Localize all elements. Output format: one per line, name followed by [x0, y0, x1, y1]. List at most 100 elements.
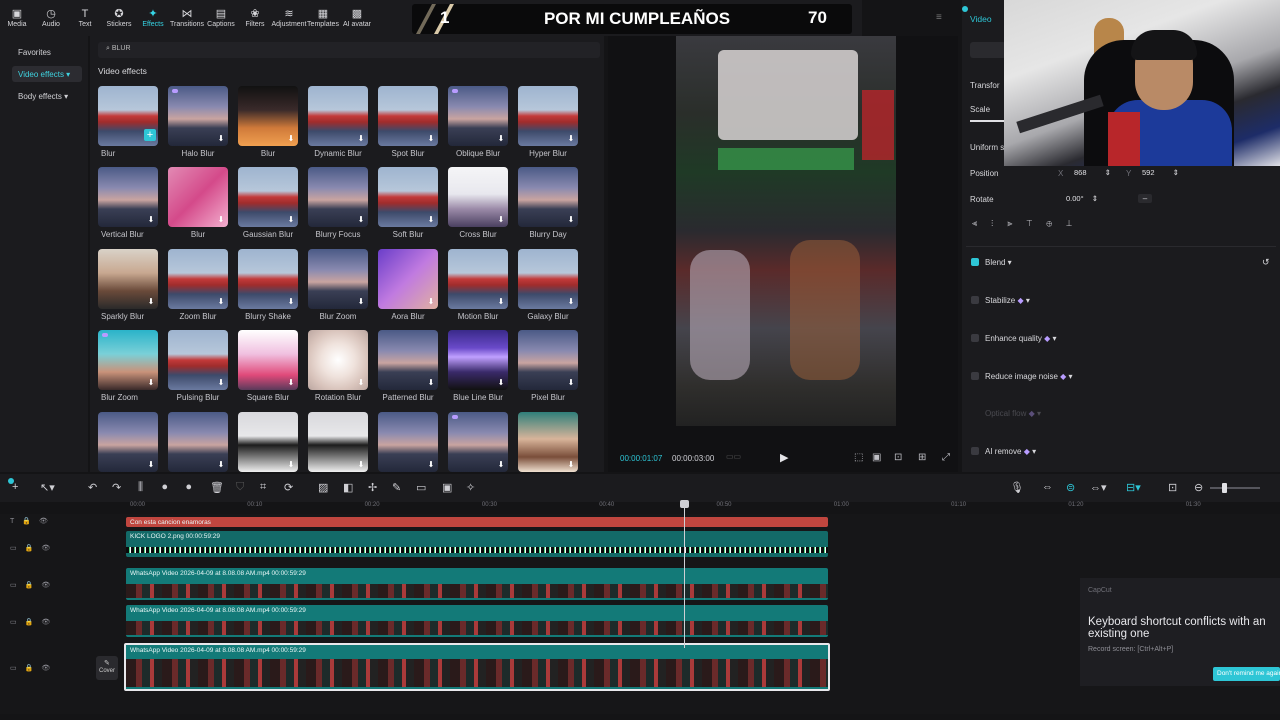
- rotate-field[interactable]: 0.00° ⇕: [1062, 192, 1114, 206]
- tab-video[interactable]: Video: [970, 14, 992, 24]
- play-button[interactable]: ▶: [780, 451, 788, 464]
- track-controls[interactable]: ▭🔒👁: [10, 664, 58, 672]
- effect-card[interactable]: ⬇: [308, 412, 368, 472]
- download-icon[interactable]: ⬇: [356, 378, 366, 388]
- effect-card[interactable]: ⬇: [98, 412, 158, 472]
- scale-slider[interactable]: [970, 120, 1004, 122]
- preview-axis-icon[interactable]: ⊟▾: [1126, 481, 1141, 494]
- redo-icon[interactable]: ↷: [112, 481, 121, 494]
- effect-card[interactable]: ⬇: [98, 330, 158, 390]
- download-icon[interactable]: ⬇: [566, 297, 576, 307]
- effect-card[interactable]: ⬇: [98, 167, 158, 227]
- download-icon[interactable]: ⬇: [356, 134, 366, 144]
- playhead[interactable]: [684, 500, 685, 648]
- tool-transitions[interactable]: ⋈ Transitions: [170, 0, 204, 36]
- download-icon[interactable]: ⬇: [146, 378, 156, 388]
- caption-icon[interactable]: ▭: [416, 481, 426, 494]
- download-icon[interactable]: ⬇: [216, 134, 226, 144]
- zoom-slider-handle[interactable]: [1222, 483, 1227, 493]
- stabilize-row[interactable]: Stabilize ◆ ▾: [985, 296, 1030, 305]
- download-icon[interactable]: ⬇: [216, 378, 226, 388]
- download-icon[interactable]: ⬇: [496, 215, 506, 225]
- effect-card[interactable]: ⬇: [518, 167, 578, 227]
- track-controls[interactable]: ▭🔒👁: [10, 544, 58, 552]
- download-icon[interactable]: ⬇: [146, 297, 156, 307]
- fit-icon[interactable]: ⊡: [1168, 481, 1177, 494]
- auto-reframe-icon[interactable]: ▣: [442, 481, 452, 494]
- effect-card[interactable]: ⬇: [238, 249, 298, 309]
- download-icon[interactable]: ⬇: [496, 460, 506, 470]
- snap-icon[interactable]: ⇔▾: [1090, 481, 1107, 494]
- rotate-stepper-icon[interactable]: ⇕: [1092, 194, 1098, 203]
- effect-card[interactable]: ⬇: [378, 167, 438, 227]
- effect-card[interactable]: ⬇: [518, 249, 578, 309]
- sidebar-item-favorites[interactable]: Favorites: [12, 44, 82, 60]
- tool-templates[interactable]: ▦ Templates: [306, 0, 340, 36]
- mirror-icon[interactable]: ◧: [343, 481, 353, 494]
- download-icon[interactable]: ⬇: [216, 297, 226, 307]
- ai-remove-checkbox[interactable]: [971, 447, 979, 455]
- effect-card[interactable]: ⬇: [378, 330, 438, 390]
- quality-icon[interactable]: ▣: [872, 452, 881, 463]
- position-x-field[interactable]: 868 ⇕: [1070, 166, 1118, 180]
- enhance-quality-row[interactable]: Enhance quality ◆ ▾: [985, 334, 1057, 343]
- tool-captions[interactable]: ▤ Captions: [204, 0, 238, 36]
- tool-stickers[interactable]: ✪ Stickers: [102, 0, 136, 36]
- crop-icon[interactable]: ⌗: [260, 481, 266, 494]
- effect-card[interactable]: ⬇: [238, 412, 298, 472]
- download-icon[interactable]: ⬇: [496, 134, 506, 144]
- playhead-handle[interactable]: [680, 500, 689, 508]
- search-input[interactable]: ⌕ BLUR: [98, 42, 600, 58]
- reduce-noise-checkbox[interactable]: [971, 372, 979, 380]
- stabilize-checkbox[interactable]: [971, 296, 979, 304]
- position-y-field[interactable]: 592 ⇕: [1138, 166, 1186, 180]
- aspect-ratio-icon[interactable]: ⊞: [918, 452, 926, 463]
- reset-icon[interactable]: ↺: [1262, 257, 1270, 268]
- effect-card[interactable]: ⬇: [518, 412, 578, 472]
- tool-ai-avatar[interactable]: ▩ AI avatar: [340, 0, 374, 36]
- screenshot-icon[interactable]: ⊡: [894, 452, 902, 463]
- tool-text[interactable]: T Text: [68, 0, 102, 36]
- ai-icon[interactable]: ✧: [466, 481, 475, 494]
- undo-icon[interactable]: ↶: [88, 481, 97, 494]
- zoom-out-icon[interactable]: ⊖: [1194, 481, 1203, 494]
- effect-card[interactable]: ⬇: [518, 86, 578, 146]
- effect-card[interactable]: ⬇: [168, 249, 228, 309]
- download-icon[interactable]: ⬇: [566, 460, 576, 470]
- effect-card[interactable]: ⬇: [308, 167, 368, 227]
- shield-icon[interactable]: ⛉: [236, 481, 244, 494]
- blend-checkbox[interactable]: [971, 258, 979, 266]
- split-right-icon[interactable]: ⦁: [186, 481, 192, 494]
- effect-card[interactable]: ⬇: [448, 412, 508, 472]
- microphone-icon[interactable]: 🎙: [1010, 481, 1024, 494]
- download-icon[interactable]: ⬇: [426, 215, 436, 225]
- download-icon[interactable]: ⬇: [286, 215, 296, 225]
- effect-card[interactable]: ⬇: [518, 330, 578, 390]
- reduce-noise-row[interactable]: Reduce image noise ◆ ▾: [985, 372, 1073, 381]
- download-icon[interactable]: ⬇: [356, 460, 366, 470]
- download-icon[interactable]: ⬇: [286, 297, 296, 307]
- download-icon[interactable]: ⬇: [496, 297, 506, 307]
- download-icon[interactable]: ⬇: [566, 378, 576, 388]
- timeline-ruler[interactable]: [0, 502, 1280, 514]
- effect-card[interactable]: ⬇: [168, 412, 228, 472]
- tool-filters[interactable]: ❀ Filters: [238, 0, 272, 36]
- tool-adjustment[interactable]: ≋ Adjustment: [271, 0, 306, 36]
- effect-card[interactable]: ⬇: [168, 330, 228, 390]
- effect-card[interactable]: ⬇: [448, 249, 508, 309]
- align-toolbar[interactable]: ⫷⫶⫸⊤⊕⊥: [972, 218, 1172, 232]
- ratio-icon[interactable]: ⬚: [854, 452, 863, 463]
- track-controls[interactable]: T🔒👁: [10, 517, 56, 525]
- download-icon[interactable]: ⬇: [426, 378, 436, 388]
- effect-card[interactable]: ⬇: [448, 86, 508, 146]
- track-controls[interactable]: ▭🔒👁: [10, 581, 58, 589]
- download-icon[interactable]: ⬇: [216, 460, 226, 470]
- effect-card[interactable]: ⬇: [448, 330, 508, 390]
- magnet-icon[interactable]: ⊜: [1066, 481, 1075, 494]
- effect-card[interactable]: ⬇: [168, 86, 228, 146]
- link-icon[interactable]: ⇔: [1042, 481, 1053, 493]
- download-icon[interactable]: ⬇: [286, 134, 296, 144]
- effect-card[interactable]: ⬇: [238, 330, 298, 390]
- download-icon[interactable]: ⬇: [566, 134, 576, 144]
- tool-audio[interactable]: ◷ Audio: [34, 0, 68, 36]
